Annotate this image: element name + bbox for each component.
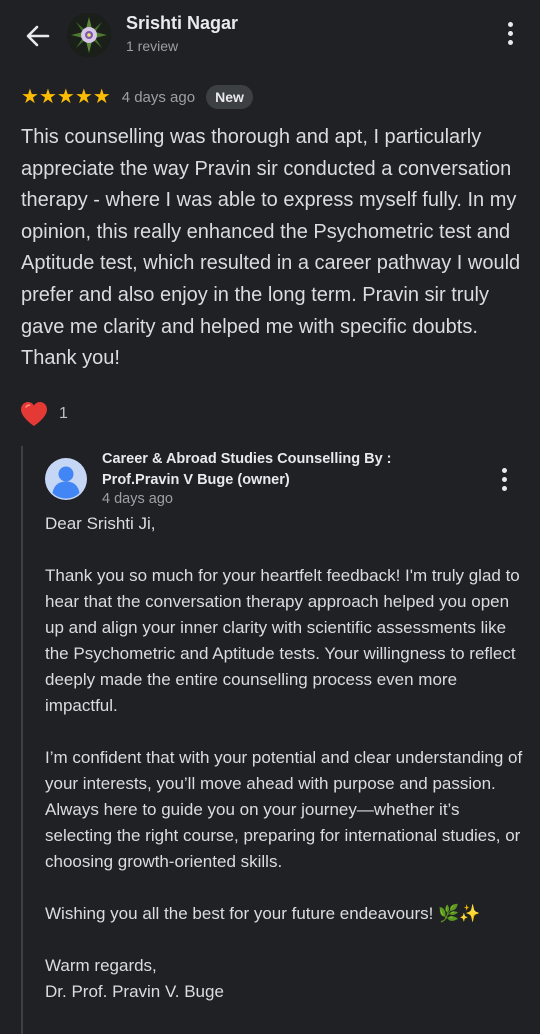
reaction-count: 1 [59,405,68,422]
more-options-button[interactable] [504,22,516,48]
reaction-row[interactable]: 1 [19,400,68,428]
arrow-back-icon [26,25,50,47]
reply-signature: Dr. Prof. Pravin V. Buge [45,982,224,1001]
flower-avatar-icon [67,13,111,57]
review-date: 4 days ago [121,88,196,106]
owner-name[interactable]: Career & Abroad Studies Counselling By :… [102,449,432,491]
reply-closing: Warm regards, [45,956,157,975]
new-badge: New [206,85,253,109]
reply-more-options-button[interactable] [498,468,510,494]
reply-greeting: Dear Srishti Ji, [45,514,156,533]
reply-paragraph: I’m confident that with your potential a… [45,748,523,871]
owner-reply-text: Dear Srishti Ji, Thank you so much for y… [45,511,525,1005]
reply-paragraph: Wishing you all the best for your future… [45,904,481,923]
reviewer-name[interactable]: Srishti Nagar [126,13,238,34]
review-text: This counselling was thorough and apt, I… [21,126,521,370]
owner-reply-date: 4 days ago [102,491,173,507]
reply-paragraph: Thank you so much for your heartfelt fee… [45,566,520,715]
header: Srishti Nagar 1 review [0,0,540,72]
star-rating: ★ ★ ★ ★ ★ [21,87,111,107]
star-icon: ★ [56,86,75,108]
star-icon: ★ [38,86,57,108]
rating-row: ★ ★ ★ ★ ★ 4 days ago New [21,84,253,110]
person-avatar-icon [45,458,87,500]
review-detail-page: Srishti Nagar 1 review ★ ★ ★ ★ ★ 4 days … [0,0,540,1034]
reviewer-review-count: 1 review [126,38,179,54]
star-icon: ★ [92,86,111,108]
reply-divider [21,446,23,1034]
heart-icon[interactable] [19,400,49,428]
owner-avatar[interactable] [45,458,87,500]
more-vert-icon [507,22,513,27]
star-icon: ★ [21,86,39,108]
star-icon: ★ [74,86,93,108]
reviewer-avatar[interactable] [67,13,111,57]
back-button[interactable] [20,18,56,54]
more-vert-icon [501,468,507,473]
